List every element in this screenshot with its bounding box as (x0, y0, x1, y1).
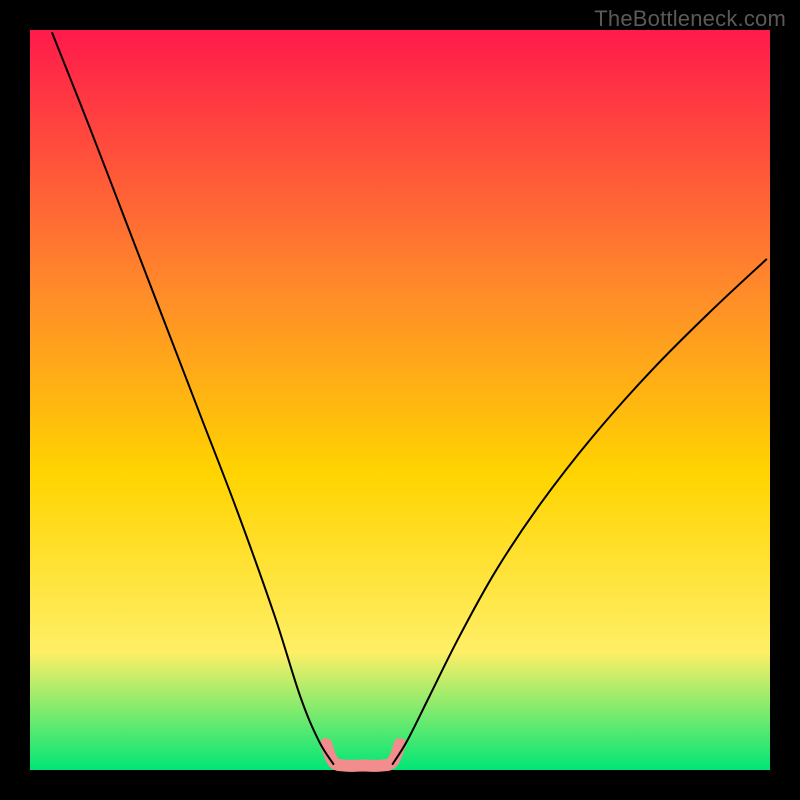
bottleneck-chart (0, 0, 800, 800)
watermark-text: TheBottleneck.com (594, 6, 786, 32)
plot-background (30, 30, 770, 770)
chart-svg (0, 0, 800, 800)
